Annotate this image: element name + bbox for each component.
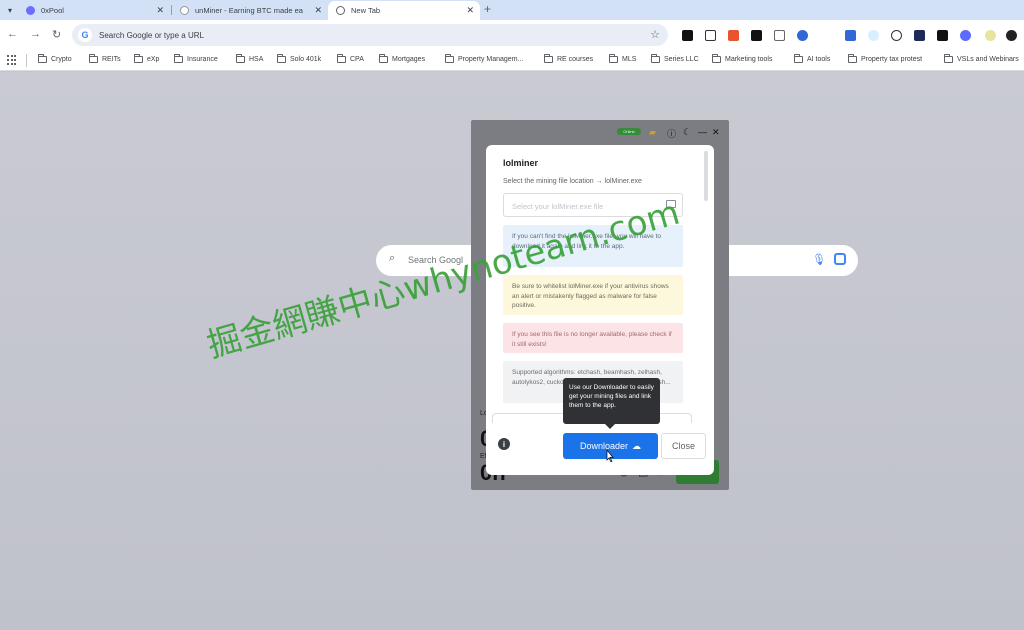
forward-icon[interactable]: →	[30, 28, 41, 40]
extension-icon[interactable]	[797, 30, 808, 41]
downloader-tooltip: Use our Downloader to easily get your mi…	[563, 378, 660, 429]
folder-icon	[445, 54, 454, 63]
close-icon[interactable]: ✕	[712, 127, 720, 138]
moon-icon[interactable]: ☾	[683, 127, 691, 138]
pool-favicon-icon	[26, 6, 35, 15]
omnibox[interactable]: G Search Google or type a URL ☆	[72, 24, 668, 46]
bookmark-folder[interactable]: REITs	[89, 54, 121, 63]
bookmark-folder[interactable]: Property Managem...	[445, 54, 523, 63]
extension-icon[interactable]	[705, 30, 716, 41]
folder-icon	[174, 54, 183, 63]
folder-icon	[277, 54, 286, 63]
dialog-subtitle: Select the mining file location → lolMin…	[503, 178, 642, 185]
bookmark-folder[interactable]: Series LLC	[651, 54, 699, 63]
extension-icon[interactable]	[891, 30, 902, 41]
extension-icon[interactable]	[682, 30, 693, 41]
folder-icon	[38, 54, 47, 63]
folder-icon	[89, 54, 98, 63]
tab-new-tab[interactable]: New Tab ✕	[328, 1, 480, 20]
online-status-badge: Online	[617, 128, 641, 135]
mouse-cursor-icon	[606, 450, 614, 462]
close-icon[interactable]: ✕	[466, 5, 474, 16]
extension-icon[interactable]	[845, 30, 856, 41]
bookmark-folder[interactable]: MLS	[609, 54, 636, 63]
dialog-title: lolminer	[503, 158, 539, 168]
tab-unminer[interactable]: unMiner - Earning BTC made ea ✕	[172, 1, 328, 20]
warning-alert: Be sure to whitelist lolMiner.exe if you…	[503, 275, 683, 315]
folder-icon	[379, 54, 388, 63]
extension-icon[interactable]	[937, 30, 948, 41]
bookmark-folder[interactable]: CPA	[337, 54, 364, 63]
bookmark-folder[interactable]: RE courses	[544, 54, 593, 63]
chrome-favicon-icon	[336, 6, 345, 15]
back-icon[interactable]: ←	[7, 28, 18, 40]
folder-icon	[609, 54, 618, 63]
google-lens-icon[interactable]	[834, 253, 846, 265]
extension-icon[interactable]	[774, 30, 785, 41]
folder-icon	[712, 54, 721, 63]
extension-icon[interactable]	[751, 30, 762, 41]
google-icon: G	[78, 28, 92, 42]
folder-icon	[337, 54, 346, 63]
folder-icon	[794, 54, 803, 63]
bookmark-folder[interactable]: Mortgages	[379, 54, 425, 63]
info-icon[interactable]: i	[498, 438, 510, 450]
folder-icon[interactable]: ▰	[649, 127, 656, 138]
extension-icon[interactable]	[820, 30, 831, 41]
folder-icon	[134, 54, 143, 63]
folder-icon	[236, 54, 245, 63]
bookmark-folder[interactable]: HSA	[236, 54, 263, 63]
tab-0xpool[interactable]: 0xPool ✕	[18, 1, 170, 20]
bookmark-folder[interactable]: Marketing tools	[712, 54, 772, 63]
bookmark-folder[interactable]: Property tax protest	[848, 54, 922, 63]
bookmark-folder[interactable]: Insurance	[174, 54, 218, 63]
cloud-download-icon: ☁	[632, 440, 642, 451]
unminer-favicon-icon	[180, 6, 189, 15]
folder-icon	[848, 54, 857, 63]
apps-grid-icon[interactable]	[7, 55, 17, 65]
error-alert: If you see this file is no longer availa…	[503, 323, 683, 353]
tab-search-icon[interactable]: ▾	[2, 2, 18, 18]
new-tab-button[interactable]: +	[484, 2, 491, 16]
bookmarks-separator	[26, 54, 27, 67]
app-title-bar: Online ▰ ⓘ ☾ — ✕	[471, 120, 729, 144]
tab-strip: ▾ 0xPool ✕ unMiner - Earning BTC made ea…	[0, 0, 1024, 20]
extension-icon[interactable]	[1006, 30, 1017, 41]
search-icon: ⌕	[389, 252, 396, 264]
extension-icon[interactable]	[960, 30, 971, 41]
close-button[interactable]: Close	[661, 433, 706, 459]
extension-icon[interactable]	[868, 30, 879, 41]
info-icon[interactable]: ⓘ	[667, 127, 676, 140]
folder-icon	[944, 54, 953, 63]
bookmark-folder[interactable]: Solo 401k	[277, 54, 321, 63]
folder-icon	[651, 54, 660, 63]
folder-icon	[544, 54, 553, 63]
browser-toolbar: ← → ↻ G Search Google or type a URL ☆	[0, 20, 1024, 50]
downloader-label: Downloader	[579, 441, 629, 451]
bookmark-star-icon[interactable]: ☆	[650, 28, 660, 41]
extension-icon[interactable]	[985, 30, 996, 41]
reload-icon[interactable]: ↻	[52, 28, 61, 41]
omnibox-placeholder: Search Google or type a URL	[99, 30, 204, 40]
bookmarks-bar: Crypto REITs eXp Insurance HSA Solo 401k…	[0, 50, 1024, 71]
close-icon[interactable]: ✕	[314, 5, 322, 16]
microphone-icon[interactable]: 🎙	[812, 253, 826, 266]
bookmark-folder[interactable]: VSLs and Webinars	[944, 54, 1019, 63]
bookmark-folder[interactable]: AI tools	[794, 54, 830, 63]
bookmark-folder[interactable]: Crypto	[38, 54, 72, 63]
bookmark-folder[interactable]: eXp	[134, 54, 159, 63]
close-icon[interactable]: ✕	[156, 5, 164, 16]
minimize-icon[interactable]: —	[698, 127, 707, 137]
extension-icon[interactable]	[728, 30, 739, 41]
extension-icon[interactable]	[914, 30, 925, 41]
